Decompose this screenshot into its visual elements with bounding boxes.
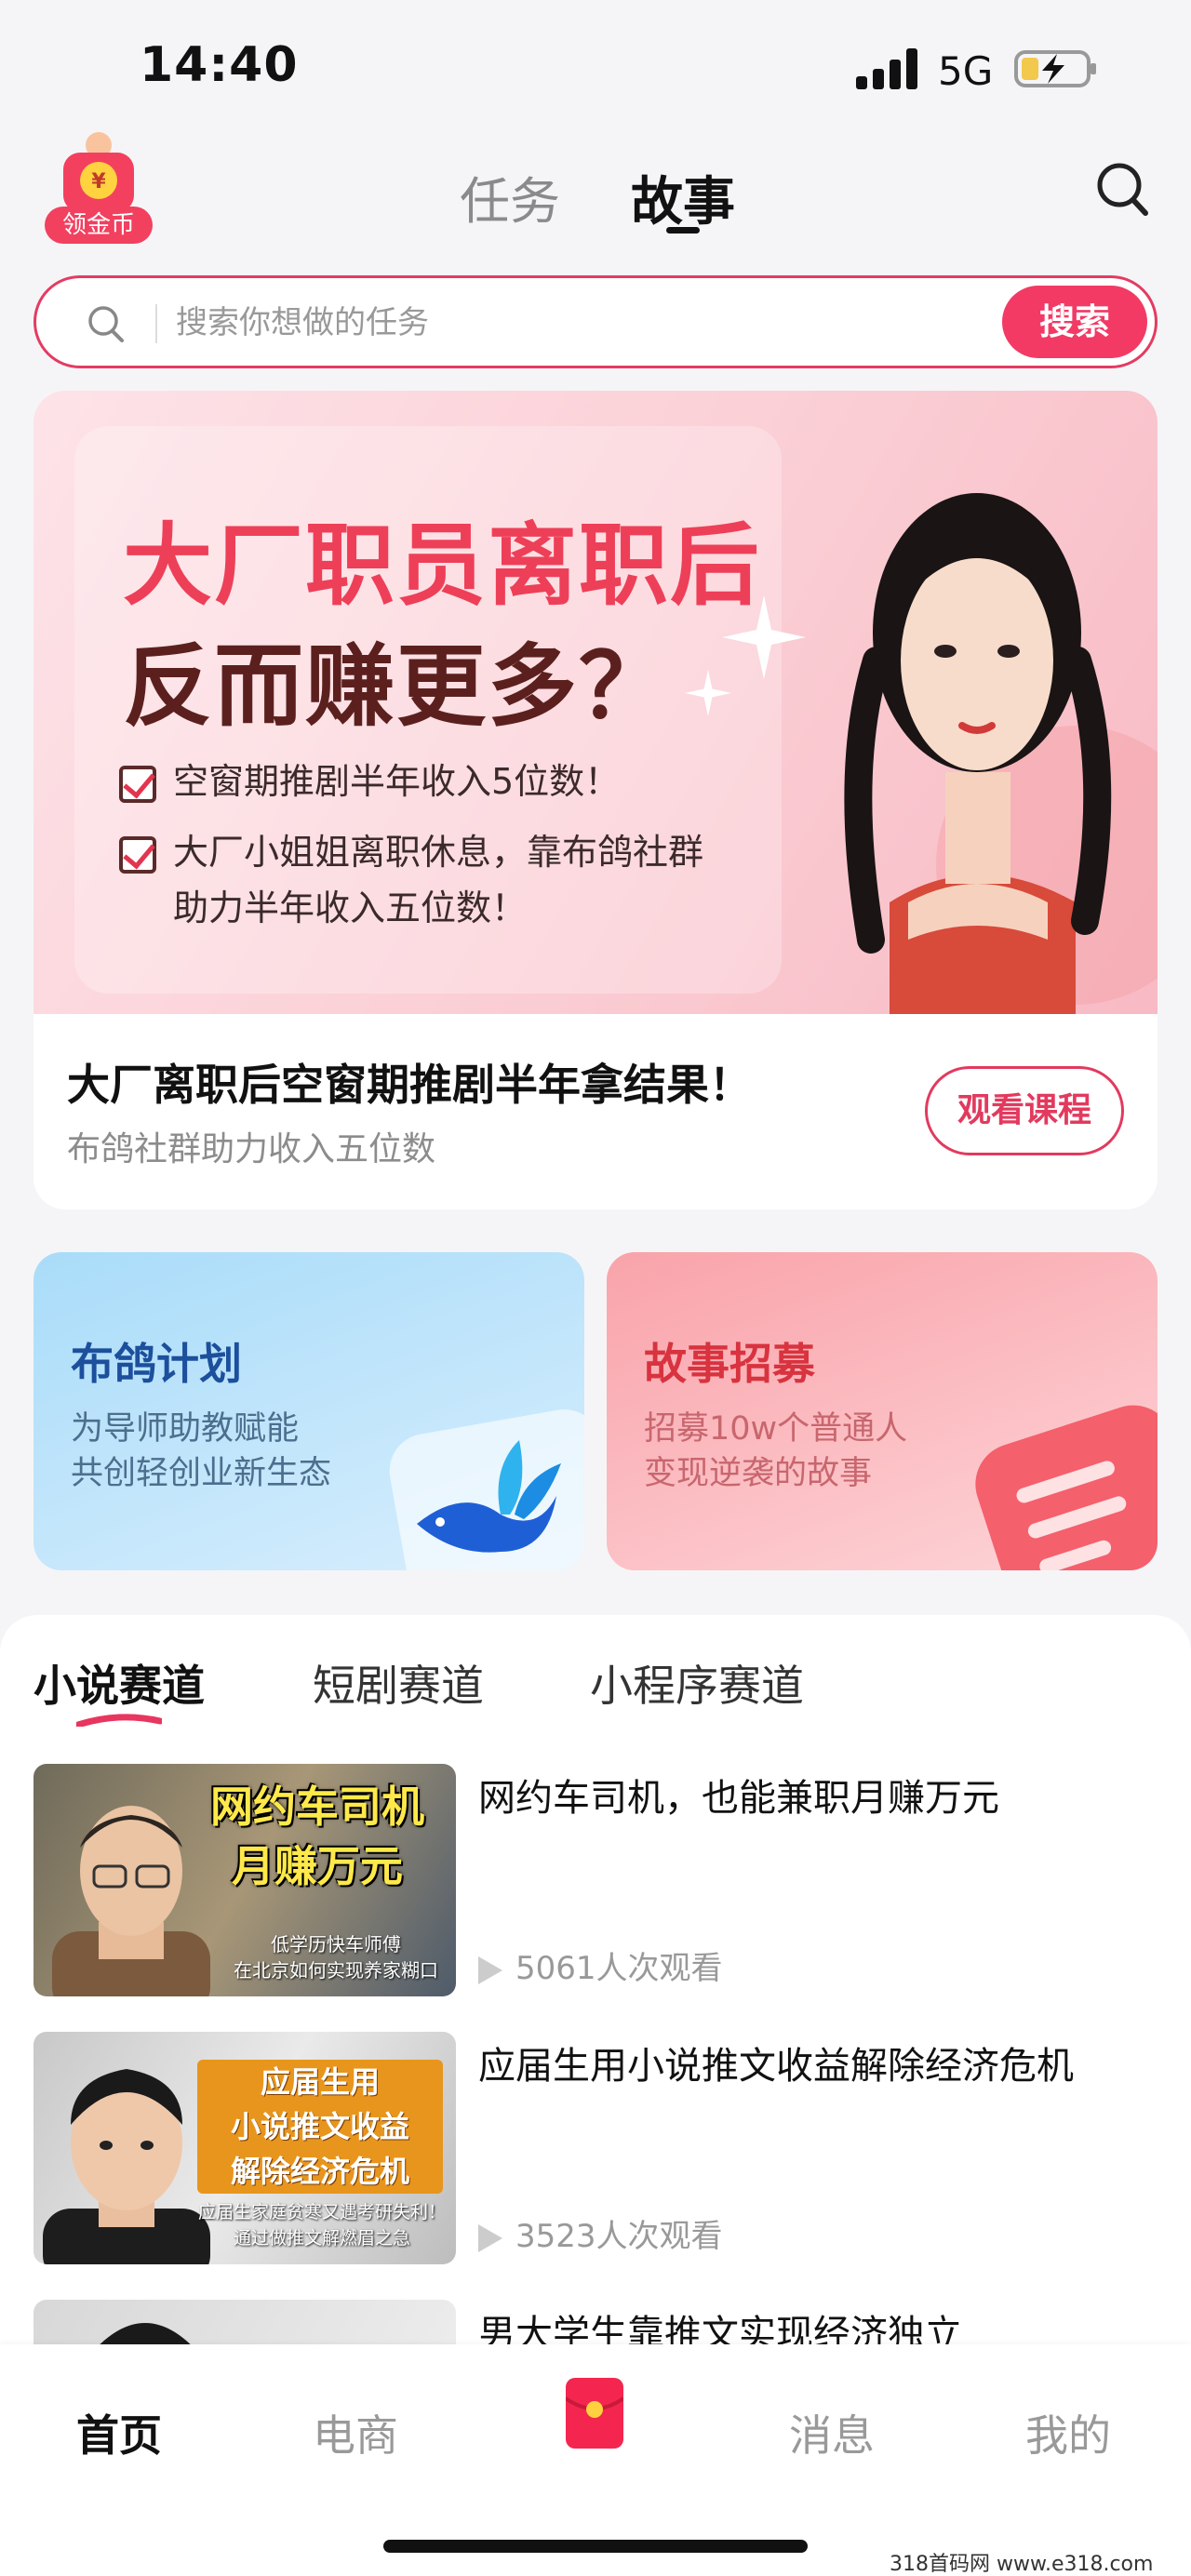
svg-text:¥: ¥: [91, 170, 106, 194]
battery-charging-icon: [1014, 50, 1096, 87]
story-views: 5061人次观看: [478, 1942, 723, 1988]
story-item[interactable]: 应届生用 小说推文收益 解除经济危机 应届生家庭贫寒又遇考研失利！ 通过做推文解…: [33, 2032, 1159, 2264]
red-packet-icon[interactable]: [566, 2378, 623, 2449]
banner-bullet-1: 空窗期推剧半年收入5位数！: [119, 754, 620, 809]
card-desc: 招募10w个普通人 变现逆袭的故事: [644, 1410, 908, 1492]
play-icon: [478, 1955, 502, 1984]
search-icon: [88, 306, 124, 342]
search-input[interactable]: [176, 299, 976, 347]
banner-bullet-2: 大厂小姐姐离职休息，靠布鸽社群 助力半年收入五位数！: [119, 824, 703, 936]
thumbnail-subtext: 低学历快车师傅 在北京如何实现养家糊口: [234, 1933, 438, 1982]
banner-image: 大厂职员离职后 反而赚更多？ 空窗期推剧半年收入5位数！ 大厂小姐姐离职休息，靠…: [33, 391, 1158, 1014]
card-title: 布鸽计划: [71, 1339, 242, 1389]
card-desc: 为导师助教赋能 共创轻创业新生态: [71, 1410, 332, 1492]
sparkle-icon: [685, 670, 731, 716]
status-time: 14:40: [140, 37, 299, 93]
nav-ecommerce[interactable]: 电商: [300, 2402, 411, 2463]
gold-badge-label: 领金币: [45, 207, 153, 244]
search-button[interactable]: 搜索: [1002, 286, 1147, 358]
checkbox-icon: [119, 835, 156, 874]
person-photo: [43, 2069, 210, 2264]
banner-subcaption: 布鸽社群助力收入五位数: [67, 1130, 436, 1168]
list-tab-short-drama[interactable]: 短剧赛道: [313, 1652, 484, 1714]
home-indicator: [383, 2540, 808, 2553]
watermark: 318首码网 www.e318.com: [890, 2553, 1154, 2576]
network-label: 5G: [938, 48, 994, 94]
story-title: 网约车司机，也能兼职月赚万元: [478, 1777, 999, 1820]
nav-messages[interactable]: 消息: [776, 2402, 888, 2463]
tab-task[interactable]: 任务: [460, 160, 560, 234]
bugoo-plan-card[interactable]: 布鸽计划 为导师助教赋能 共创轻创业新生态: [33, 1252, 584, 1570]
document-icon: [975, 1405, 1158, 1570]
tab-active-indicator: [666, 227, 700, 234]
promo-banner[interactable]: 大厂职员离职后 反而赚更多？ 空窗期推剧半年收入5位数！ 大厂小姐姐离职休息，靠…: [33, 391, 1158, 1209]
thumbnail-subtext: 应届生家庭贫寒又遇考研失利！ 通过做推文解燃眉之急: [197, 2202, 446, 2249]
checkbox-icon: [119, 765, 156, 803]
bird-logo-icon: [389, 1409, 584, 1570]
list-tab-indicator: [76, 1714, 162, 1727]
search-bar: 搜索: [33, 275, 1158, 368]
story-title: 应届生用小说推文收益解除经济危机: [478, 2045, 1074, 2088]
list-tab-novel[interactable]: 小说赛道: [33, 1652, 205, 1714]
story-list-section: 小说赛道 短剧赛道 小程序赛道 网约车司机 月赚万元 低学历快车师傅 在北京如何…: [0, 1615, 1191, 2532]
coin-character-icon: ¥: [63, 132, 134, 212]
watch-course-button[interactable]: 观看课程: [925, 1066, 1124, 1155]
search-icon[interactable]: [1094, 160, 1150, 220]
story-views: 3523人次观看: [478, 2210, 723, 2256]
nav-home[interactable]: 首页: [63, 2402, 175, 2463]
story-thumbnail: 应届生用 小说推文收益 解除经济危机 应届生家庭贫寒又遇考研失利！ 通过做推文解…: [33, 2032, 456, 2264]
card-title: 故事招募: [644, 1339, 815, 1389]
list-tab-mini-program[interactable]: 小程序赛道: [590, 1652, 804, 1714]
story-recruit-card[interactable]: 故事招募 招募10w个普通人 变现逆袭的故事: [607, 1252, 1158, 1570]
gold-coin-badge[interactable]: ¥ 领金币: [45, 130, 153, 244]
woman-portrait-image: [844, 493, 1158, 1014]
play-icon: [478, 2223, 502, 2252]
sparkle-icon: [722, 595, 806, 679]
tab-story[interactable]: 故事: [631, 160, 735, 235]
thumbnail-headline: 应届生用 小说推文收益 解除经济危机: [197, 2060, 443, 2194]
banner-caption: 大厂离职后空窗期推剧半年拿结果！: [67, 1060, 752, 1110]
nav-mine[interactable]: 我的: [1012, 2402, 1124, 2463]
thumbnail-headline: 网约车司机 月赚万元: [210, 1782, 424, 1891]
story-thumbnail: 网约车司机 月赚万元 低学历快车师傅 在北京如何实现养家糊口: [33, 1764, 456, 1996]
search-divider: [155, 304, 157, 343]
banner-headline-1: 大厂职员离职后: [123, 514, 761, 618]
banner-headline-2: 反而赚更多？: [123, 634, 670, 739]
story-item[interactable]: 网约车司机 月赚万元 低学历快车师傅 在北京如何实现养家糊口 网约车司机，也能兼…: [33, 1764, 1159, 1996]
signal-icon: [856, 48, 917, 89]
